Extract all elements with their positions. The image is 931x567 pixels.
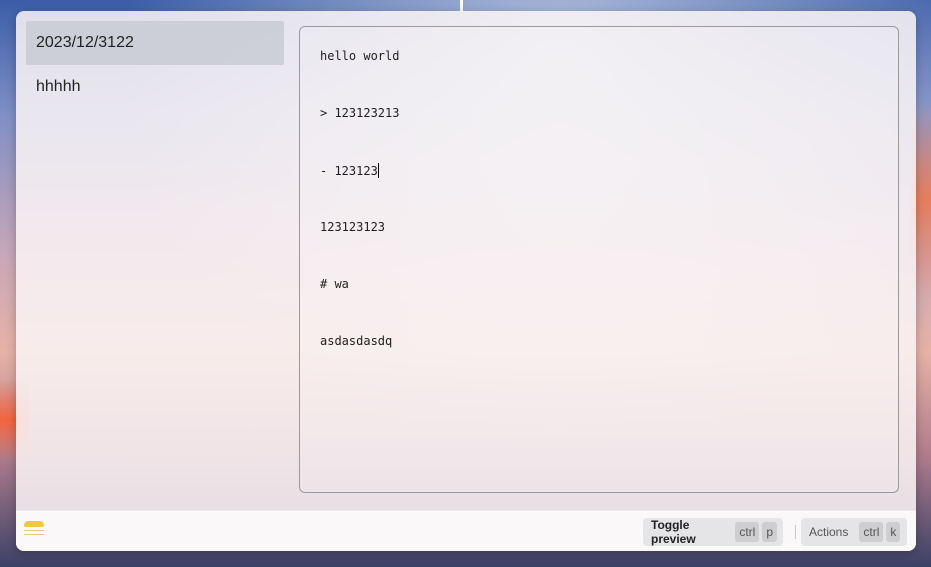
shortcut-key-p: p <box>762 522 777 542</box>
notes-sidebar: 2023/12/3122 hhhhh <box>26 21 284 109</box>
editor-line: asdasdasdq <box>320 334 393 348</box>
editor-line: > 123123213 <box>320 106 400 120</box>
notes-icon <box>24 521 44 539</box>
footer-bar: Toggle preview ctrl p Actions ctrl k <box>16 510 916 551</box>
footer-separator <box>795 525 796 539</box>
note-item-2[interactable]: hhhhh <box>26 65 284 109</box>
actions-label: Actions <box>809 525 849 539</box>
notes-window: 2023/12/3122 hhhhh hello world > 1231232… <box>16 11 916 551</box>
editor-line: - 123123 <box>320 163 379 178</box>
note-item-label: 2023/12/3122 <box>36 34 134 51</box>
editor-line: 123123123 <box>320 220 386 234</box>
actions-button[interactable]: Actions ctrl k <box>801 518 907 546</box>
shortcut-key-k: k <box>886 522 901 542</box>
note-item-1[interactable]: 2023/12/3122 <box>26 21 284 65</box>
note-item-label: hhhhh <box>36 78 81 95</box>
toggle-preview-label: Toggle preview <box>651 518 696 546</box>
text-caret <box>377 163 379 178</box>
editor-line: hello world <box>320 49 400 63</box>
editor-line: # wa <box>320 277 349 291</box>
shortcut-key-ctrl: ctrl <box>859 522 884 542</box>
shortcut-key-ctrl: ctrl <box>735 522 760 542</box>
toggle-preview-button[interactable]: Toggle preview ctrl p <box>643 518 783 546</box>
note-editor[interactable]: hello world > 123123213 - 123123 1231231… <box>299 26 899 493</box>
